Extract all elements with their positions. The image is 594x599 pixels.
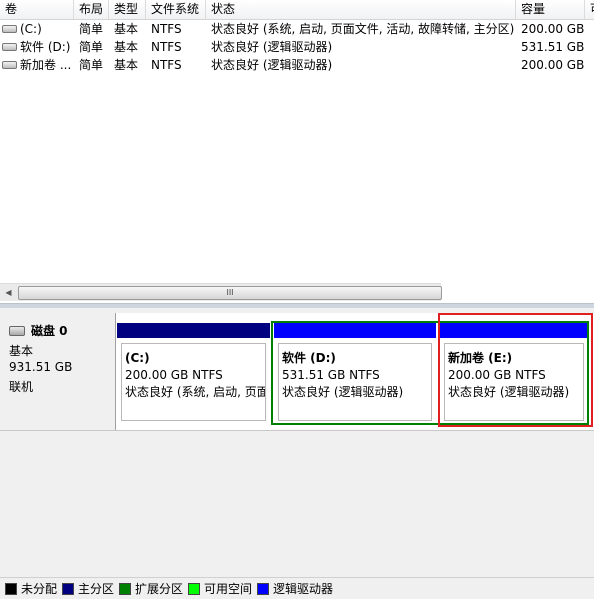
volume-type: 基本 [114, 58, 139, 72]
column-header-capacity[interactable]: 容量 [516, 0, 585, 19]
table-row[interactable]: (C:) 简单 基本 NTFS 状态良好 (系统, 启动, 页面文件, 活动, … [0, 20, 594, 38]
column-header-filesystem[interactable]: 文件系统 [146, 0, 206, 19]
partition-c[interactable]: (C:) 200.00 GB NTFS 状态良好 (系统, 启动, 页面 [117, 323, 270, 423]
table-row[interactable]: 软件 (D:) 简单 基本 NTFS 状态良好 (逻辑驱动器) 531.51 G… [0, 38, 594, 56]
scroll-left-arrow-icon[interactable]: ◀ [0, 284, 17, 301]
legend-swatch [119, 582, 131, 595]
selection-outline [438, 313, 593, 427]
disk-row[interactable]: 磁盘 0 基本 931.51 GB 联机 (C:) 200.00 GB NTFS… [0, 313, 594, 431]
volume-name: 新加卷 ... [20, 58, 72, 72]
legend-item-unallocated: 未分配 [5, 582, 57, 595]
partition-size: 200.00 GB NTFS [125, 368, 223, 382]
legend-item-free-space: 可用空间 [188, 582, 252, 595]
legend-swatch [188, 582, 200, 595]
volume-name: (C:) [20, 22, 42, 36]
table-row[interactable]: 新加卷 ... 简单 基本 NTFS 状态良好 (逻辑驱动器) 200.00 G… [0, 56, 594, 74]
volume-capacity: 200.00 GB [521, 22, 585, 36]
volume-type: 基本 [114, 40, 139, 54]
column-header-free[interactable]: 可 [585, 0, 594, 19]
volume-list-header: 卷 布局 类型 文件系统 状态 容量 可 [0, 0, 594, 20]
column-header-volume[interactable]: 卷 [0, 0, 74, 19]
scroll-grip-icon: III [226, 288, 234, 297]
disk-map: 磁盘 0 基本 931.51 GB 联机 (C:) 200.00 GB NTFS… [0, 308, 594, 598]
volume-filesystem: NTFS [151, 40, 182, 54]
disk-icon [9, 325, 25, 336]
volume-filesystem: NTFS [151, 58, 182, 72]
volume-status: 状态良好 (逻辑驱动器) [211, 40, 333, 54]
legend: 未分配 主分区 扩展分区 可用空间 逻辑驱动器 [0, 577, 594, 599]
disk-type: 基本 [9, 344, 34, 358]
legend-swatch [5, 582, 17, 595]
partition-name: (C:) [125, 351, 150, 365]
legend-swatch [257, 582, 269, 595]
volume-name: 软件 (D:) [20, 40, 71, 54]
column-header-type[interactable]: 类型 [109, 0, 146, 19]
legend-swatch [62, 582, 74, 595]
legend-item-logical-drive: 逻辑驱动器 [257, 582, 333, 595]
volume-list: 卷 布局 类型 文件系统 状态 容量 可 (C:) 简单 基本 NTFS 状态良… [0, 0, 594, 303]
disk-size: 931.51 GB [9, 360, 73, 374]
horizontal-scrollbar[interactable]: ◀ III [0, 283, 442, 301]
volume-layout: 简单 [79, 58, 104, 72]
disk-name: 磁盘 0 [31, 324, 68, 338]
volume-status: 状态良好 (逻辑驱动器) [211, 58, 333, 72]
disk-info[interactable]: 磁盘 0 基本 931.51 GB 联机 [0, 313, 116, 430]
scroll-thumb[interactable]: III [18, 286, 442, 300]
drive-icon [2, 42, 17, 51]
volume-layout: 简单 [79, 40, 104, 54]
drive-icon [2, 60, 17, 69]
volume-layout: 简单 [79, 22, 104, 36]
volume-type: 基本 [114, 22, 139, 36]
volume-status: 状态良好 (系统, 启动, 页面文件, 活动, 故障转储, 主分区) [211, 22, 515, 36]
disk-state: 联机 [9, 380, 34, 394]
legend-item-extended: 扩展分区 [119, 582, 183, 595]
legend-item-primary: 主分区 [62, 582, 114, 595]
volume-capacity: 200.00 GB [521, 58, 585, 72]
volume-filesystem: NTFS [151, 22, 182, 36]
partition-status: 状态良好 (系统, 启动, 页面 [125, 385, 265, 399]
drive-icon [2, 24, 17, 33]
column-header-status[interactable]: 状态 [206, 0, 516, 19]
column-header-layout[interactable]: 布局 [74, 0, 109, 19]
partition-bar [117, 323, 270, 338]
volume-capacity: 531.51 GB [521, 40, 585, 54]
